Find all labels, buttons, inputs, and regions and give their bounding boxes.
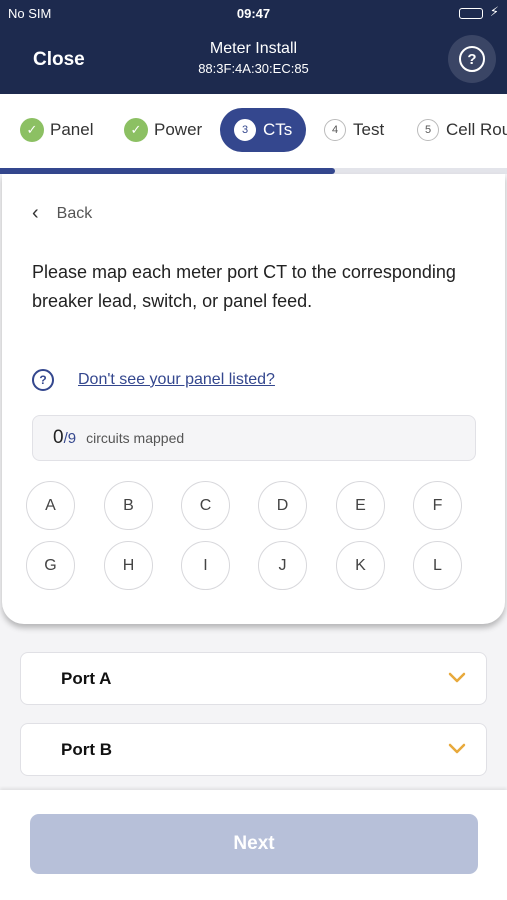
circuit-button-a[interactable]: A (26, 481, 75, 530)
ct-mapping-card: ‹ Back Please map each meter port CT to … (2, 174, 505, 624)
help-button[interactable]: ? (448, 35, 496, 83)
step-number-badge: 3 (234, 119, 256, 141)
step-number-badge: 5 (417, 119, 439, 141)
page-title: Meter Install (209, 40, 298, 57)
circuit-button-b[interactable]: B (104, 481, 153, 530)
circuit-button-h[interactable]: H (104, 541, 153, 590)
step-tabs: ✓ Panel ✓ Power 3 CTs 4 Test 5 Cell Rou (0, 94, 507, 168)
device-mac-address: 88:3F:4A:30:EC:85 (198, 61, 309, 76)
port-a-dropdown[interactable]: Port A (20, 652, 487, 705)
circuit-button-d[interactable]: D (258, 481, 307, 530)
step-label: Power (154, 120, 203, 139)
question-icon: ? (459, 46, 485, 72)
mapped-label: circuits mapped (86, 430, 185, 446)
footer-bar: Next (0, 790, 507, 900)
nav-title-block: Meter Install 88:3F:4A:30:EC:85 (0, 40, 507, 76)
status-bar: No SIM 09:47 ⚡ (0, 0, 507, 26)
step-power[interactable]: ✓ Power (124, 108, 202, 152)
step-test[interactable]: 4 Test (324, 108, 384, 152)
step-label: Panel (50, 120, 94, 139)
circuit-button-e[interactable]: E (336, 481, 385, 530)
step-cts[interactable]: 3 CTs (220, 108, 307, 152)
circuit-button-c[interactable]: C (181, 481, 230, 530)
circuit-button-g[interactable]: G (26, 541, 75, 590)
nav-bar: Close Meter Install 88:3F:4A:30:EC:85 ? (0, 26, 507, 94)
port-label: Port A (61, 668, 112, 688)
step-number-badge: 4 (324, 119, 346, 141)
circuits-mapped-counter: 0 /9 circuits mapped (32, 415, 476, 461)
step-label: Test (353, 120, 385, 139)
port-label: Port B (61, 739, 112, 759)
chevron-down-icon (448, 672, 466, 683)
circuit-button-k[interactable]: K (336, 541, 385, 590)
instruction-text: Please map each meter port CT to the cor… (32, 262, 456, 311)
circuit-button-f[interactable]: F (413, 481, 462, 530)
check-icon: ✓ (20, 118, 44, 142)
mapped-total: /9 (63, 429, 77, 447)
chevron-down-icon (448, 743, 466, 754)
question-icon: ? (32, 369, 54, 391)
port-b-dropdown[interactable]: Port B (20, 723, 487, 776)
mapped-count: 0 (53, 427, 64, 448)
circuit-button-l[interactable]: L (413, 541, 462, 590)
step-label: Cell Rou (446, 120, 507, 139)
clock-text: 09:47 (236, 6, 271, 21)
chevron-left-icon: ‹ (32, 202, 39, 224)
back-button[interactable]: ‹ Back (32, 202, 92, 225)
back-label: Back (56, 204, 93, 222)
charging-icon: ⚡ (489, 4, 499, 19)
panel-help-row: ? Don't see your panel listed? (32, 369, 275, 391)
check-icon: ✓ (124, 118, 148, 142)
panel-not-listed-link[interactable]: Don't see your panel listed? (78, 371, 275, 389)
battery-icon (459, 8, 483, 19)
step-cell-routing[interactable]: 5 Cell Rou (417, 108, 507, 152)
circuit-button-i[interactable]: I (181, 541, 230, 590)
step-label: CTs (263, 120, 293, 139)
next-button[interactable]: Next (30, 814, 478, 874)
circuit-button-j[interactable]: J (258, 541, 307, 590)
step-panel[interactable]: ✓ Panel (20, 108, 93, 152)
